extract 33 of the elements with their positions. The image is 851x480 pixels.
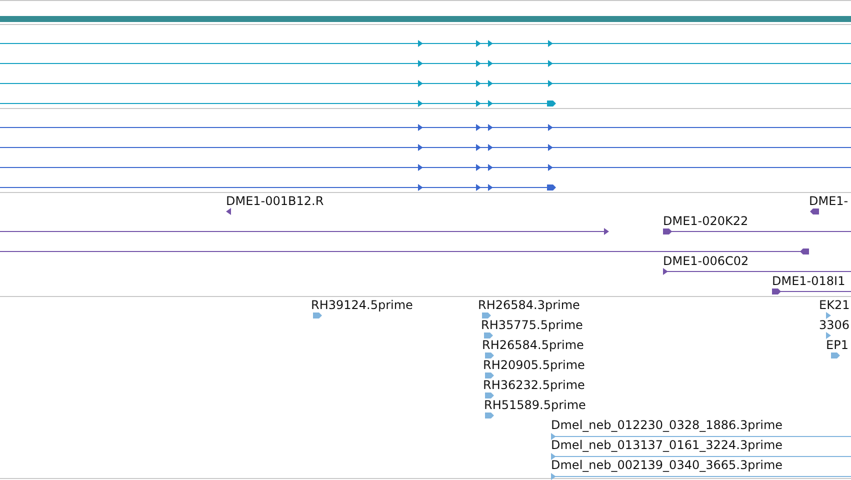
feature-label: Dmel_neb_002139_0340_3665.3prime: [551, 458, 783, 472]
feature-label: 3306: [819, 318, 850, 332]
transcript-drawing[interactable]: [0, 184, 556, 191]
feature-label: RH51589.5prime: [484, 398, 586, 412]
feature-label: Dmel_neb_013137_0161_3224.3prime: [551, 438, 783, 452]
feature-label: RH36232.5prime: [483, 378, 585, 392]
transcript-drawing[interactable]: [0, 144, 851, 151]
feature-label: EP1: [826, 338, 848, 352]
transcript-drawing[interactable]: [0, 80, 851, 87]
feature-drawing[interactable]: [662, 228, 851, 234]
feature-label: EK21: [819, 298, 850, 312]
feature-label: RH26584.3prime: [478, 298, 580, 312]
feature-label: DME1-020K22: [663, 214, 748, 228]
feature-label: DME1-018I1: [772, 274, 846, 288]
feature-drawing[interactable]: [226, 208, 231, 215]
transcript-drawing[interactable]: [0, 100, 556, 107]
feature-label: RH35775.5prime: [481, 318, 583, 332]
feature-drawing[interactable]: [772, 288, 851, 294]
transcript-drawing[interactable]: [0, 60, 851, 67]
feature-drawing[interactable]: [0, 248, 810, 254]
transcript-drawing[interactable]: [0, 124, 851, 131]
feature-label: DME1-006C02: [663, 254, 749, 268]
feature-label: RH20905.5prime: [483, 358, 585, 372]
feature-label: DME1-001B12.R: [226, 194, 324, 208]
feature-label: DME1-: [809, 194, 848, 208]
feature-label: RH39124.5prime: [311, 298, 413, 312]
feature-drawing[interactable]: [810, 208, 819, 214]
transcript-drawing[interactable]: [0, 164, 851, 171]
feature-label: Dmel_neb_012230_0328_1886.3prime: [551, 418, 783, 432]
feature-drawing[interactable]: [662, 268, 851, 275]
transcript-drawing[interactable]: [0, 40, 851, 47]
feature-drawing[interactable]: [0, 228, 609, 235]
feature-label: RH26584.5prime: [482, 338, 584, 352]
